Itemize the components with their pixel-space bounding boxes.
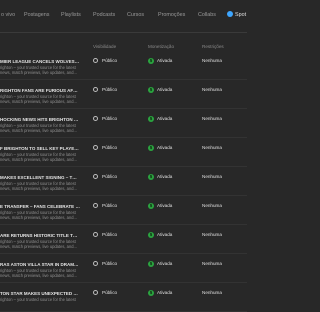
video-title[interactable]: MAKES EXCELLENT SIGNING – TRANS... xyxy=(0,175,80,180)
tab-postagens[interactable]: Postagens xyxy=(24,12,49,18)
video-description: righton – your trusted source for the la… xyxy=(0,65,80,75)
tab-collabs[interactable]: Collabs xyxy=(198,12,216,18)
globe-icon xyxy=(93,87,98,92)
video-title[interactable]: RAS ASTON VILLA STAR IN DRAMATIC ... xyxy=(0,262,80,267)
tab-promocoes[interactable]: Promoções xyxy=(158,12,185,18)
dollar-icon: $ xyxy=(148,173,154,180)
video-description-line: news, match previews, live updates, and.… xyxy=(0,128,77,133)
monetization-value[interactable]: Ativada xyxy=(157,203,172,208)
video-description-line: news, match previews, live updates, and.… xyxy=(0,70,77,75)
video-title[interactable]: HOCKING NEWS HITS BRIGHTON FANS ... xyxy=(0,117,80,122)
globe-icon xyxy=(93,116,98,121)
video-description-line: news, match previews, live updates, and.… xyxy=(0,273,77,278)
table-row[interactable]: RAS ASTON VILLA STAR IN DRAMATIC ...righ… xyxy=(0,254,247,283)
video-title[interactable]: F BRIGHTON TO SELL KEY PLAYER TH... xyxy=(0,146,80,151)
dollar-icon: $ xyxy=(148,260,154,267)
restrictions-value: Nenhuma xyxy=(202,116,222,121)
dollar-icon: $ xyxy=(148,57,154,64)
dollar-icon: $ xyxy=(148,231,154,238)
video-description: righton – your trusted source for the la… xyxy=(0,123,80,133)
restrictions-value: Nenhuma xyxy=(202,174,222,179)
monetization-value[interactable]: Ativada xyxy=(157,290,172,295)
restrictions-value: Nenhuma xyxy=(202,232,222,237)
monetization-value[interactable]: Ativada xyxy=(157,174,172,179)
globe-icon xyxy=(93,58,98,63)
video-description: righton – your trusted source for the la… xyxy=(0,297,80,302)
table-row[interactable]: HOCKING NEWS HITS BRIGHTON FANS ...right… xyxy=(0,109,247,138)
video-title[interactable]: ARE RETURNS HISTORIC TITLE TO BRI... xyxy=(0,233,80,238)
table-row[interactable]: E TRANSFER – FANS CELEBRATE THE ...right… xyxy=(0,196,247,225)
column-header-restrictions[interactable]: Restrições xyxy=(202,44,224,49)
monetization-value[interactable]: Ativada xyxy=(157,232,172,237)
visibility-value[interactable]: Público xyxy=(102,290,117,295)
table-row[interactable]: ARE RETURNS HISTORIC TITLE TO BRI...righ… xyxy=(0,225,247,254)
globe-icon xyxy=(93,174,98,179)
tab-spotlight[interactable]: Spot xyxy=(235,12,246,18)
monetization-value[interactable]: Ativada xyxy=(157,116,172,121)
monetization-value[interactable]: Ativada xyxy=(157,58,172,63)
globe-icon xyxy=(93,290,98,295)
restrictions-value: Nenhuma xyxy=(202,290,222,295)
video-title[interactable]: TON STAR MAKES UNEXPECTED DEC... xyxy=(0,291,80,296)
dollar-icon: $ xyxy=(148,86,154,93)
visibility-value[interactable]: Público xyxy=(102,58,117,63)
dollar-icon: $ xyxy=(148,115,154,122)
table-row[interactable]: MAKES EXCELLENT SIGNING – TRANS... righto… xyxy=(0,167,247,196)
globe-icon xyxy=(93,203,98,208)
column-header-monetization[interactable]: Monetização xyxy=(148,44,174,49)
globe-icon xyxy=(93,145,98,150)
monetization-value[interactable]: Ativada xyxy=(157,87,172,92)
dollar-icon: $ xyxy=(148,202,154,209)
spotlight-icon xyxy=(227,11,233,17)
video-description: righton – your trusted source for the la… xyxy=(0,210,80,220)
video-description: righton – your trusted source for the la… xyxy=(0,239,80,249)
dollar-icon: $ xyxy=(148,289,154,296)
video-title[interactable]: MIER LEAGUE CANCELS WOLVES VS B... xyxy=(0,59,80,64)
tab-playlists[interactable]: Playlists xyxy=(61,12,81,18)
visibility-value[interactable]: Público xyxy=(102,232,117,237)
video-description: righton – your trusted source for the la… xyxy=(0,152,80,162)
visibility-value[interactable]: Público xyxy=(102,145,117,150)
restrictions-value: Nenhuma xyxy=(202,58,222,63)
visibility-value[interactable]: Público xyxy=(102,174,117,179)
video-description-line: righton – your trusted source for the la… xyxy=(0,297,76,302)
tab-ao-vivo[interactable]: o vivo xyxy=(1,12,15,18)
video-description: righton – your trusted source for the la… xyxy=(0,268,80,278)
visibility-value[interactable]: Público xyxy=(102,116,117,121)
restrictions-value: Nenhuma xyxy=(202,87,222,92)
visibility-value[interactable]: Público xyxy=(102,203,117,208)
video-description-line: news, match previews, live updates, and.… xyxy=(0,186,77,191)
tab-podcasts[interactable]: Podcasts xyxy=(93,12,115,18)
restrictions-value: Nenhuma xyxy=(202,261,222,266)
visibility-value[interactable]: Público xyxy=(102,87,117,92)
video-title[interactable]: RIGHTON FANS ARE FURIOUS AFTER TH... xyxy=(0,88,80,93)
monetization-value[interactable]: Ativada xyxy=(157,261,172,266)
video-description-line: news, match previews, live updates, and.… xyxy=(0,215,77,220)
globe-icon xyxy=(93,232,98,237)
visibility-value[interactable]: Público xyxy=(102,261,117,266)
restrictions-value: Nenhuma xyxy=(202,203,222,208)
column-header-visibility[interactable]: Visibilidade xyxy=(93,44,116,49)
restrictions-value: Nenhuma xyxy=(202,145,222,150)
table-row[interactable]: F BRIGHTON TO SELL KEY PLAYER TH... right… xyxy=(0,138,247,167)
table-row[interactable]: MIER LEAGUE CANCELS WOLVES VS B...righto… xyxy=(0,51,247,80)
globe-icon xyxy=(93,261,98,266)
video-title[interactable]: E TRANSFER – FANS CELEBRATE THE ... xyxy=(0,204,80,209)
dollar-icon: $ xyxy=(148,144,154,151)
channel-tabs: o vivo Postagens Playlists Podcasts Curs… xyxy=(0,0,247,33)
table-row[interactable]: RIGHTON FANS ARE FURIOUS AFTER TH...righ… xyxy=(0,80,247,109)
video-description-line: news, match previews, live updates, and.… xyxy=(0,244,77,249)
video-description-line: news, match previews, live updates, and.… xyxy=(0,99,77,104)
video-description-line: news, match previews, live updates, and.… xyxy=(0,157,77,162)
monetization-value[interactable]: Ativada xyxy=(157,145,172,150)
video-description: righton – your trusted source for the la… xyxy=(0,94,80,104)
table-row[interactable]: TON STAR MAKES UNEXPECTED DEC... righton … xyxy=(0,283,247,312)
tab-cursos[interactable]: Cursos xyxy=(127,12,144,18)
video-description: righton – your trusted source for the la… xyxy=(0,181,80,191)
